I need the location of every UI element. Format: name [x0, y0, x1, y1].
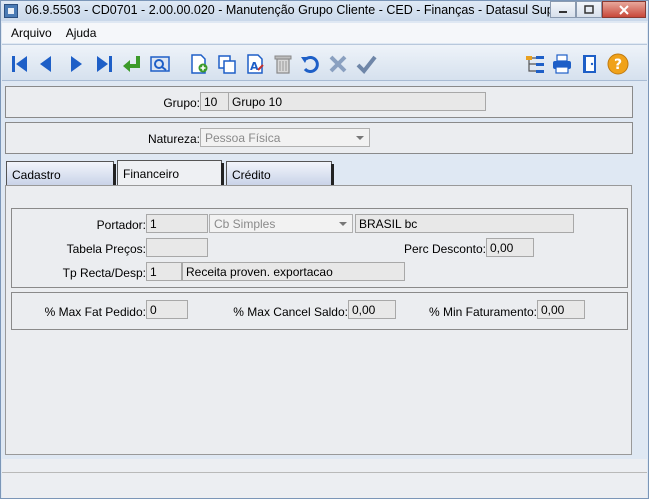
minimize-button[interactable]	[550, 1, 576, 18]
new-icon	[191, 54, 208, 74]
toolbar: A ?	[2, 44, 647, 81]
natureza-panel: Natureza: Pessoa Física	[5, 122, 633, 154]
copy-record-button[interactable]	[215, 52, 239, 76]
maximize-button[interactable]	[576, 1, 602, 18]
grupo-label: Grupo:	[163, 96, 200, 110]
window-controls	[550, 1, 646, 18]
help-icon: ?	[607, 53, 629, 75]
next-record-button[interactable]	[64, 52, 88, 76]
previous-icon	[40, 56, 51, 72]
last-record-button[interactable]	[92, 52, 116, 76]
portador-name-field[interactable]: BRASIL bc	[355, 214, 574, 233]
grupo-panel: Grupo: 10 Grupo 10	[5, 86, 633, 118]
perc-desconto-field[interactable]: 0,00	[486, 238, 534, 257]
exit-button[interactable]	[578, 52, 602, 76]
max-cancel-saldo-field[interactable]: 0,00	[348, 300, 396, 319]
portador-type-select[interactable]: Cb Simples	[209, 214, 353, 233]
portador-label: Portador:	[96, 218, 146, 232]
delete-record-button[interactable]	[271, 52, 295, 76]
max-fat-pedido-field[interactable]: 0	[146, 300, 188, 319]
menu-arquivo[interactable]: Arquivo	[11, 26, 52, 40]
maximize-icon	[584, 5, 594, 14]
title-bar: 06.9.5503 - CD0701 - 2.00.00.020 - Manut…	[1, 1, 648, 21]
tab-credito-label: Crédito	[232, 168, 271, 182]
edit-icon: A	[247, 54, 264, 74]
minimize-icon	[559, 10, 567, 13]
first-record-button[interactable]	[8, 52, 32, 76]
perc-desconto-label: Perc Desconto:	[403, 242, 486, 256]
goto-icon	[123, 56, 140, 72]
tab-cadastro-label: Cadastro	[12, 168, 61, 182]
tabela-precos-label: Tabela Preços:	[66, 242, 146, 256]
svg-text:A: A	[250, 60, 259, 73]
grupo-name-field[interactable]: Grupo 10	[228, 92, 486, 111]
tab-financeiro-label: Financeiro	[123, 167, 180, 181]
copy-icon	[218, 55, 236, 74]
max-fat-pedido-label: % Max Fat Pedido:	[44, 305, 146, 319]
tree-icon	[526, 56, 544, 73]
natureza-label: Natureza:	[147, 132, 200, 146]
svg-text:?: ?	[614, 57, 622, 73]
natureza-value: Pessoa Física	[205, 131, 281, 145]
cancel-icon	[329, 55, 347, 73]
tab-shadow	[331, 164, 334, 186]
natureza-select[interactable]: Pessoa Física	[200, 128, 370, 147]
edit-record-button[interactable]: A	[243, 52, 267, 76]
search-icon	[150, 56, 170, 72]
menu-bar: Arquivo Ajuda	[2, 23, 647, 43]
undo-icon	[301, 56, 319, 73]
next-icon	[71, 56, 82, 72]
previous-record-button[interactable]	[34, 52, 58, 76]
tree-view-button[interactable]	[523, 52, 547, 76]
status-bar	[2, 459, 647, 498]
last-icon	[97, 56, 112, 72]
save-button[interactable]	[354, 52, 378, 76]
tab-shadow	[113, 164, 116, 186]
tabela-precos-field[interactable]	[146, 238, 208, 257]
save-icon	[356, 55, 377, 75]
close-button[interactable]	[602, 1, 646, 18]
tp-recta-code-field[interactable]: 1	[146, 262, 182, 281]
min-faturamento-label: % Min Faturamento:	[428, 305, 537, 319]
window-title: 06.9.5503 - CD0701 - 2.00.00.020 - Manut…	[25, 3, 576, 17]
tp-recta-desc-field[interactable]: Receita proven. exportacao	[182, 262, 405, 281]
goto-button[interactable]	[120, 52, 144, 76]
portador-panel: Portador: 1 Cb Simples BRASIL bc Tabela …	[11, 208, 628, 288]
chevron-down-icon	[356, 136, 364, 140]
print-icon	[553, 54, 571, 74]
chevron-down-icon	[339, 222, 347, 226]
cancel-button[interactable]	[326, 52, 350, 76]
grupo-code-field[interactable]: 10	[200, 92, 230, 111]
financeiro-tab-page: Portador: 1 Cb Simples BRASIL bc Tabela …	[5, 185, 632, 455]
min-faturamento-field[interactable]: 0,00	[537, 300, 585, 319]
close-icon	[619, 4, 629, 15]
tp-recta-label: Tp Recta/Desp:	[62, 266, 146, 280]
undo-button[interactable]	[298, 52, 322, 76]
search-button[interactable]	[148, 52, 172, 76]
tab-credito[interactable]: Crédito	[226, 161, 334, 186]
tab-shadow	[221, 163, 224, 185]
exit-icon	[583, 55, 596, 73]
delete-icon	[274, 55, 292, 74]
new-record-button[interactable]	[187, 52, 211, 76]
menu-ajuda[interactable]: Ajuda	[66, 26, 97, 40]
percentuais-panel: % Max Fat Pedido: 0 % Max Cancel Saldo: …	[11, 292, 628, 330]
first-icon	[12, 56, 27, 72]
help-button[interactable]: ?	[606, 52, 630, 76]
portador-code-field[interactable]: 1	[146, 214, 208, 233]
tab-cadastro[interactable]: Cadastro	[6, 161, 116, 186]
portador-type-value: Cb Simples	[214, 217, 276, 231]
app-icon	[4, 4, 18, 18]
tab-financeiro[interactable]: Financeiro	[117, 160, 224, 186]
app-window: 06.9.5503 - CD0701 - 2.00.00.020 - Manut…	[0, 0, 649, 499]
print-button[interactable]	[550, 52, 574, 76]
max-cancel-saldo-label: % Max Cancel Saldo:	[233, 305, 348, 319]
